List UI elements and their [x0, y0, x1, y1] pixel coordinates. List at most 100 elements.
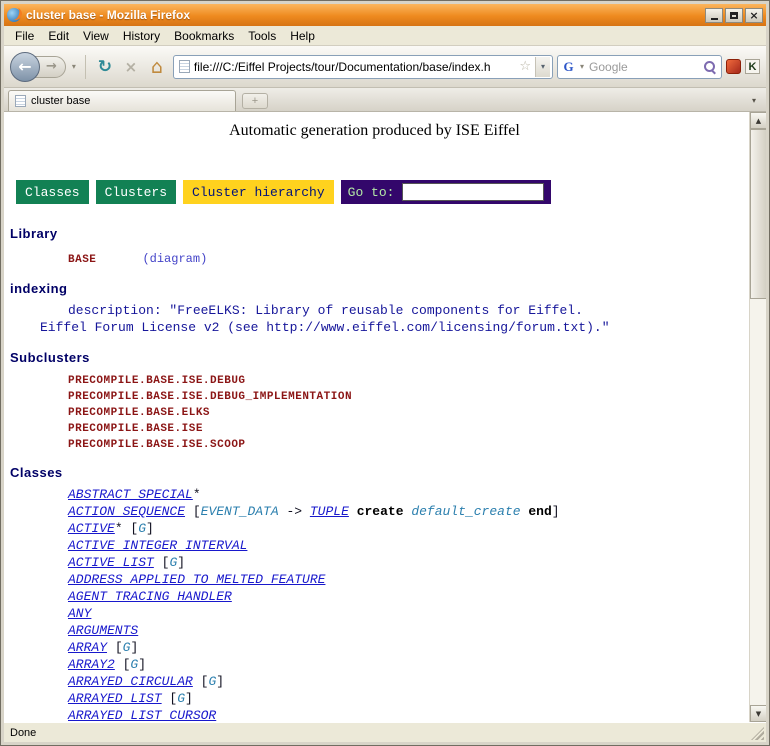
class-row-text: [: [162, 691, 178, 706]
class-link[interactable]: ARGUMENTS: [68, 623, 138, 638]
menu-item-view[interactable]: View: [76, 27, 116, 45]
class-link[interactable]: ADDRESS_APPLIED_TO_MELTED_FEATURE: [68, 572, 325, 587]
search-engine-dropdown-icon[interactable]: ▾: [578, 62, 586, 71]
library-name: BASE: [68, 254, 138, 266]
scroll-down-button[interactable]: ▼: [750, 705, 766, 722]
url-dropdown-button[interactable]: ▾: [535, 57, 550, 77]
class-row-text: ]: [130, 640, 138, 655]
history-dropdown-icon[interactable]: ▾: [70, 62, 78, 71]
firefox-window: cluster base - Mozilla Firefox × File Ed…: [0, 0, 770, 746]
class-list-item: ACTIVE_INTEGER_INTERVAL: [10, 537, 739, 554]
class-row-text: ->: [279, 504, 310, 519]
status-bar: Done: [4, 722, 766, 742]
home-button[interactable]: ⌂: [145, 56, 169, 78]
class-list-item: ADDRESS_APPLIED_TO_MELTED_FEATURE: [10, 571, 739, 588]
goto-box: Go to:: [341, 180, 552, 204]
navigation-toolbar: ← → ▾ ↻ × ⌂ ☆ ▾ G ▾ K: [4, 46, 766, 88]
search-input[interactable]: [589, 60, 700, 74]
library-heading: Library: [10, 226, 739, 241]
class-link[interactable]: ABSTRACT_SPECIAL: [68, 487, 193, 502]
class-row-text: ]: [216, 674, 224, 689]
class-list-item: ACTIVE_LIST [G]: [10, 554, 739, 571]
generation-banner: Automatic generation produced by ISE Eif…: [10, 122, 739, 140]
cluster-hierarchy-nav-button[interactable]: Cluster hierarchy: [183, 180, 334, 204]
tab-cluster-base[interactable]: cluster base: [8, 90, 236, 111]
url-input[interactable]: [194, 60, 515, 74]
stop-button[interactable]: ×: [121, 58, 141, 76]
menu-item-file[interactable]: File: [8, 27, 41, 45]
class-list-item: ARGUMENTS: [10, 622, 739, 639]
maximize-button[interactable]: [725, 8, 743, 23]
browser-viewport: Automatic generation produced by ISE Eif…: [4, 112, 766, 722]
clusters-nav-button[interactable]: Clusters: [96, 180, 176, 204]
class-link[interactable]: ACTIVE: [68, 521, 115, 536]
class-row-text: [: [154, 555, 170, 570]
subclusters-list: PRECOMPILE.BASE.ISE.DEBUGPRECOMPILE.BASE…: [10, 373, 739, 453]
search-icon[interactable]: [703, 60, 717, 74]
menu-item-edit[interactable]: Edit: [41, 27, 76, 45]
menu-item-tools[interactable]: Tools: [241, 27, 283, 45]
scrollbar-thumb[interactable]: [750, 129, 766, 299]
class-link[interactable]: ACTION_SEQUENCE: [68, 504, 185, 519]
tab-bar: cluster base + ▾: [4, 88, 766, 112]
eiffel-keyword: end: [528, 504, 551, 519]
subcluster-item: PRECOMPILE.BASE.ISE.SCOOP: [10, 437, 739, 453]
class-list-item: ACTIVE* [G]: [10, 520, 739, 537]
class-link[interactable]: ARRAY: [68, 640, 107, 655]
class-link[interactable]: ACTIVE_INTEGER_INTERVAL: [68, 538, 247, 553]
menu-item-bookmarks[interactable]: Bookmarks: [167, 27, 241, 45]
class-row-text: [: [185, 504, 201, 519]
close-button[interactable]: ×: [745, 8, 763, 23]
class-list-item: ARRAY [G]: [10, 639, 739, 656]
goto-input[interactable]: [402, 183, 544, 201]
class-row-text: *: [193, 487, 201, 502]
class-link[interactable]: ARRAYED_CIRCULAR: [68, 674, 193, 689]
class-link[interactable]: ACTIVE_LIST: [68, 555, 154, 570]
back-button[interactable]: ←: [10, 52, 40, 82]
minimize-button[interactable]: [705, 8, 723, 23]
new-tab-button[interactable]: +: [242, 93, 268, 109]
reload-button[interactable]: ↻: [93, 57, 117, 77]
class-row-text: ]: [177, 555, 185, 570]
vertical-scrollbar[interactable]: ▲ ▼: [749, 112, 766, 722]
class-link[interactable]: ARRAY2: [68, 657, 115, 672]
window-title: cluster base - Mozilla Firefox: [26, 8, 700, 22]
class-row-text: ]: [552, 504, 560, 519]
indexing-license-line: Eiffel Forum License v2 (see http://www.…: [10, 319, 739, 336]
generic-parameter: G: [177, 691, 185, 706]
classes-nav-button[interactable]: Classes: [16, 180, 89, 204]
class-link[interactable]: ARRAYED_LIST: [68, 691, 162, 706]
firefox-icon: [7, 8, 21, 22]
subcluster-item: PRECOMPILE.BASE.ISE: [10, 421, 739, 437]
resize-grip[interactable]: [751, 727, 764, 740]
class-row-text: [: [107, 640, 123, 655]
titlebar[interactable]: cluster base - Mozilla Firefox ×: [4, 4, 766, 26]
diagram-link[interactable]: (diagram): [142, 252, 207, 266]
menubar: File Edit View History Bookmarks Tools H…: [4, 26, 766, 46]
class-link[interactable]: ANY: [68, 606, 91, 621]
list-all-tabs-button[interactable]: ▾: [746, 91, 762, 109]
classes-list: ABSTRACT_SPECIAL*ACTION_SEQUENCE [EVENT_…: [10, 486, 739, 722]
scroll-up-button[interactable]: ▲: [750, 112, 766, 129]
menu-item-help[interactable]: Help: [283, 27, 322, 45]
class-link[interactable]: TUPLE: [310, 504, 349, 519]
class-list-item: ARRAYED_LIST_CURSOR: [10, 707, 739, 722]
class-link[interactable]: AGENT_TRACING_HANDLER: [68, 589, 232, 604]
class-row-text: [349, 504, 357, 519]
subcluster-item: PRECOMPILE.BASE.ISE.DEBUG_IMPLEMENTATION: [10, 389, 739, 405]
addon-icon-k[interactable]: K: [745, 59, 760, 74]
menu-item-history[interactable]: History: [116, 27, 167, 45]
bookmark-star-icon[interactable]: ☆: [519, 59, 531, 74]
google-engine-icon[interactable]: G: [562, 59, 575, 75]
generic-parameter: default_create: [411, 504, 520, 519]
tab-favicon: [15, 95, 26, 107]
subcluster-item: PRECOMPILE.BASE.ELKS: [10, 405, 739, 421]
class-list-item: AGENT_TRACING_HANDLER: [10, 588, 739, 605]
class-row-text: ]: [185, 691, 193, 706]
class-link[interactable]: ARRAYED_LIST_CURSOR: [68, 708, 216, 722]
subclusters-heading: Subclusters: [10, 350, 739, 365]
tab-label: cluster base: [31, 95, 90, 107]
addon-icon-red[interactable]: [726, 59, 741, 74]
class-row-text: ]: [146, 521, 154, 536]
maximize-icon: [730, 12, 738, 19]
